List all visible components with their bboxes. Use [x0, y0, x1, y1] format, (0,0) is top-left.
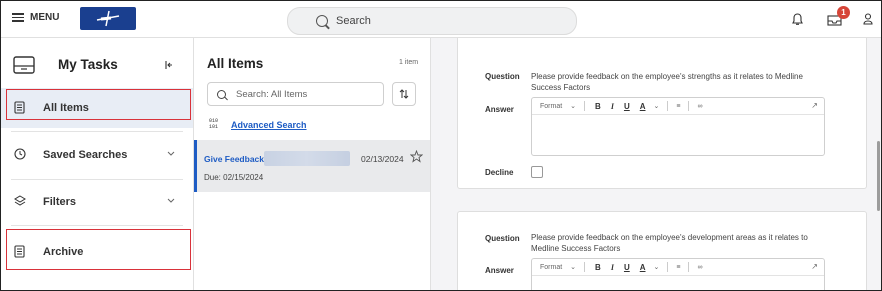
- list-search-input[interactable]: Search: All Items: [207, 82, 384, 106]
- search-icon: [217, 89, 226, 99]
- sidebar-item-saved-searches[interactable]: Saved Searches: [1, 135, 193, 175]
- editor-toolbar: Format ⌄ B I U A ⌄ ≡ ∞: [532, 259, 824, 276]
- toolbar-separator: [584, 262, 586, 272]
- link-icon[interactable]: ∞: [697, 103, 702, 110]
- question-label: Question: [485, 234, 520, 243]
- global-search-placeholder: Search: [336, 15, 371, 27]
- advanced-search-link[interactable]: Advanced Search: [231, 120, 307, 130]
- list-title: All Items: [207, 56, 264, 71]
- user-profile-icon[interactable]: [863, 13, 873, 25]
- list-item-date: 02/13/2024: [361, 154, 404, 164]
- hamburger-icon: [12, 13, 24, 22]
- divider: [11, 179, 183, 180]
- list-icon[interactable]: ≡: [676, 103, 680, 110]
- notification-badge: 1: [837, 6, 850, 19]
- text-color-icon[interactable]: A: [640, 263, 646, 272]
- answer-label: Answer: [485, 105, 514, 114]
- bold-icon[interactable]: B: [595, 102, 601, 111]
- question-text: Please provide feedback on the employee'…: [531, 233, 808, 253]
- toolbar-separator: [688, 262, 690, 272]
- app-window: MENU Search 1 My Tasks All Items Saved S…: [0, 0, 882, 291]
- collapse-sidebar-icon[interactable]: [165, 61, 173, 69]
- my-tasks-title: My Tasks: [58, 57, 118, 72]
- task-list-panel: All Items 1 item Search: All Items 010 1…: [194, 38, 431, 290]
- sidebar-item-label: Filters: [43, 196, 77, 208]
- format-dropdown[interactable]: Format: [540, 264, 562, 271]
- redacted-name: [264, 151, 350, 166]
- expand-icon[interactable]: ↗: [811, 262, 818, 271]
- format-dropdown[interactable]: Format: [540, 103, 562, 110]
- expand-icon[interactable]: ↗: [811, 101, 818, 110]
- divider: [11, 225, 183, 226]
- decline-checkbox[interactable]: [531, 166, 543, 178]
- sidebar-item-filters[interactable]: Filters: [1, 182, 193, 222]
- chevron-down-icon: ⌄: [653, 264, 660, 271]
- sort-icon: [399, 89, 409, 99]
- answer-editor[interactable]: Format ⌄ B I U A ⌄ ≡ ∞ ↗: [531, 97, 825, 156]
- toolbar-separator: [667, 101, 669, 111]
- list-item-due: Due: 02/15/2024: [204, 173, 264, 182]
- bell-icon[interactable]: [792, 13, 803, 26]
- question-label: Question: [485, 72, 520, 81]
- decline-label: Decline: [485, 168, 514, 177]
- advanced-search-icon: 010 101: [209, 118, 218, 129]
- company-logo[interactable]: [80, 7, 136, 30]
- star-icon[interactable]: [410, 150, 423, 163]
- chevron-down-icon: ⌄: [653, 103, 660, 110]
- underline-icon[interactable]: U: [624, 263, 630, 272]
- menu-button[interactable]: MENU: [12, 12, 59, 23]
- search-icon: [316, 15, 328, 27]
- sort-button[interactable]: [392, 82, 416, 106]
- layers-icon: [14, 195, 26, 206]
- divider: [11, 131, 183, 132]
- bold-icon[interactable]: B: [595, 263, 601, 272]
- top-bar: MENU Search 1: [1, 1, 881, 38]
- detail-pane: Question Please provide feedback on the …: [431, 38, 881, 290]
- answer-editor[interactable]: Format ⌄ B I U A ⌄ ≡ ∞ ↗: [531, 258, 825, 290]
- scrollbar[interactable]: [877, 141, 880, 211]
- chevron-down-icon: ⌄: [570, 103, 577, 110]
- question-text: Please provide feedback on the employee'…: [531, 72, 803, 92]
- answer-label: Answer: [485, 266, 514, 275]
- sidebar: My Tasks All Items Saved Searches Filter…: [1, 38, 194, 290]
- feedback-card-development: Question Please provide feedback on the …: [457, 211, 867, 290]
- list-item[interactable]: Give Feedback: 02/13/2024 Due: 02/15/202…: [194, 140, 430, 192]
- underline-icon[interactable]: U: [624, 102, 630, 111]
- list-icon[interactable]: ≡: [676, 264, 680, 271]
- link-icon[interactable]: ∞: [697, 264, 702, 271]
- chevron-down-icon[interactable]: [167, 151, 175, 156]
- highlight-box-archive: [6, 229, 191, 270]
- chevron-down-icon: ⌄: [570, 264, 577, 271]
- tray-icon: [13, 56, 35, 74]
- global-search-input[interactable]: Search: [287, 7, 577, 35]
- svg-text:101: 101: [209, 124, 218, 129]
- item-count: 1 item: [399, 59, 419, 66]
- italic-icon[interactable]: I: [611, 102, 614, 111]
- clock-icon: [14, 148, 26, 160]
- toolbar-separator: [584, 101, 586, 111]
- toolbar-separator: [688, 101, 690, 111]
- feedback-card-strengths: Question Please provide feedback on the …: [457, 38, 867, 189]
- editor-toolbar: Format ⌄ B I U A ⌄ ≡ ∞: [532, 98, 824, 115]
- text-color-icon[interactable]: A: [640, 102, 646, 111]
- my-tasks-header: My Tasks: [1, 38, 193, 88]
- menu-label: MENU: [30, 12, 60, 23]
- list-item-title: Give Feedback:: [204, 154, 267, 164]
- chevron-down-icon[interactable]: [167, 198, 175, 203]
- italic-icon[interactable]: I: [611, 263, 614, 272]
- sidebar-item-label: Saved Searches: [43, 149, 128, 161]
- toolbar-separator: [667, 262, 669, 272]
- list-search-placeholder: Search: All Items: [236, 88, 308, 100]
- highlight-box-all-items: [6, 89, 191, 120]
